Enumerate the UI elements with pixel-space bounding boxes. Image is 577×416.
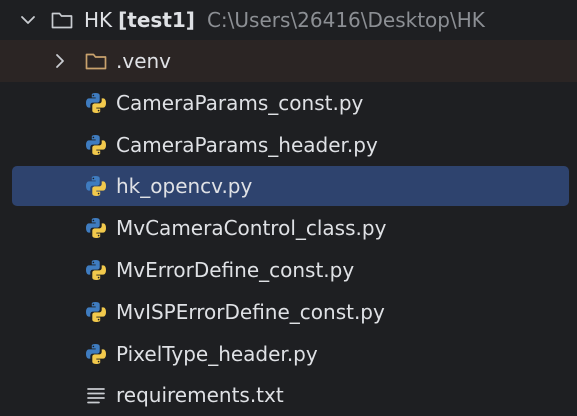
chevron-down-icon[interactable] (20, 12, 36, 28)
folder-icon (84, 49, 108, 73)
project-root-row[interactable]: HK [test1] C:\Users\26416\Desktop\HK (0, 0, 577, 40)
python-icon (84, 342, 108, 366)
python-icon (84, 133, 108, 157)
python-icon (84, 91, 108, 115)
file-row[interactable]: CameraParams_const.py (0, 82, 577, 124)
file-name: CameraParams_header.py (116, 133, 378, 157)
python-icon (84, 216, 108, 240)
python-icon (84, 300, 108, 324)
file-name: MvErrorDefine_const.py (116, 258, 355, 282)
file-row[interactable]: MvErrorDefine_const.py (0, 249, 577, 291)
file-row[interactable]: PixelType_header.py (0, 333, 577, 375)
file-name: CameraParams_const.py (116, 91, 364, 115)
file-row[interactable]: MvCameraControl_class.py (0, 207, 577, 249)
project-tree: HK [test1] C:\Users\26416\Desktop\HK .ve… (0, 0, 577, 416)
text-file-icon (84, 383, 108, 407)
folder-icon (50, 8, 74, 32)
project-path: C:\Users\26416\Desktop\HK (206, 8, 485, 32)
venv-folder-label: .venv (116, 49, 172, 73)
project-name: HK (84, 8, 113, 32)
project-module: [test1] (118, 8, 195, 32)
python-icon (84, 174, 108, 198)
project-root-label: HK [test1] C:\Users\26416\Desktop\HK (84, 8, 485, 32)
file-row[interactable]: requirements.txt (0, 374, 577, 416)
file-name: MvISPErrorDefine_const.py (116, 300, 385, 324)
file-name: hk_opencv.py (116, 174, 253, 198)
file-row[interactable]: CameraParams_header.py (0, 124, 577, 166)
file-name: PixelType_header.py (116, 342, 318, 366)
file-row[interactable]: MvISPErrorDefine_const.py (0, 291, 577, 333)
python-icon (84, 258, 108, 282)
venv-folder-row[interactable]: .venv (0, 40, 577, 82)
file-name: MvCameraControl_class.py (116, 216, 387, 240)
file-row-selected[interactable]: hk_opencv.py (0, 165, 577, 207)
chevron-right-icon[interactable] (52, 53, 68, 69)
file-name: requirements.txt (116, 383, 284, 407)
